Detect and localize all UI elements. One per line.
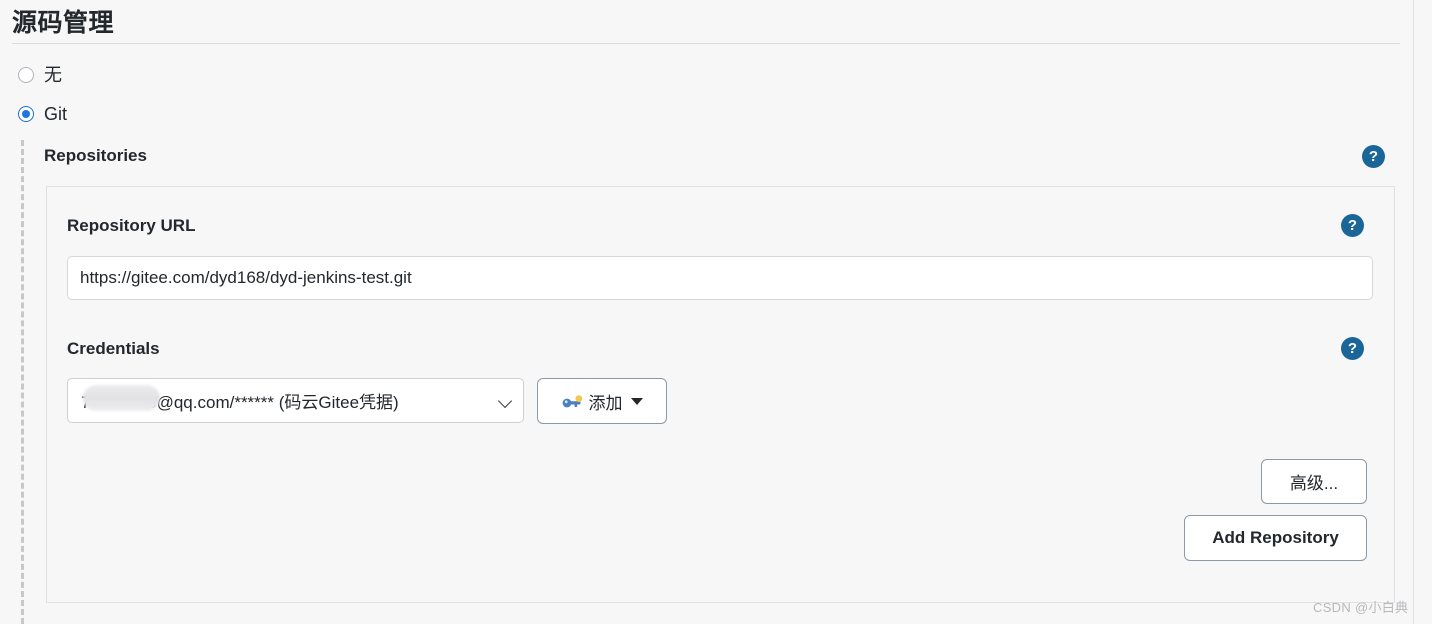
credentials-label: Credentials [67, 339, 160, 358]
scm-option-none-label: 无 [44, 65, 62, 85]
scm-config-page: 源码管理 无 Git Repositories ? Repository URL… [0, 0, 1414, 624]
scm-option-git-label: Git [44, 104, 68, 124]
radio-checked-icon[interactable] [18, 106, 34, 122]
credentials-selected-value: 7 76@qq.com/****** (码云Gitee凭据) [81, 393, 399, 412]
credentials-select[interactable]: 7 76@qq.com/****** (码云Gitee凭据) [67, 378, 524, 423]
page-right-gutter [1415, 0, 1432, 624]
advanced-button[interactable]: 高级... [1261, 459, 1367, 504]
add-credentials-label: 添加 [588, 393, 623, 413]
scm-option-none[interactable]: 无 [18, 65, 62, 85]
credentials-help-icon[interactable]: ? [1341, 337, 1364, 360]
add-repository-button[interactable]: Add Repository [1184, 515, 1367, 561]
repositories-help-icon[interactable]: ? [1362, 145, 1385, 168]
add-credentials-button[interactable]: 添加 [537, 378, 667, 424]
watermark: CSDN @小白典 [1313, 600, 1409, 615]
radio-unchecked-icon[interactable] [18, 67, 34, 83]
repositories-label: Repositories [44, 146, 147, 165]
title-divider [12, 43, 1400, 44]
page-title: 源码管理 [12, 9, 115, 37]
caret-down-icon[interactable] [630, 397, 643, 405]
git-section-guide-line [21, 140, 24, 624]
key-icon [562, 394, 584, 409]
chevron-down-icon[interactable] [499, 394, 513, 408]
repository-url-input[interactable] [67, 256, 1373, 300]
scm-option-git[interactable]: Git [18, 104, 67, 124]
repository-url-label: Repository URL [67, 216, 196, 235]
repository-url-help-icon[interactable]: ? [1341, 214, 1364, 237]
